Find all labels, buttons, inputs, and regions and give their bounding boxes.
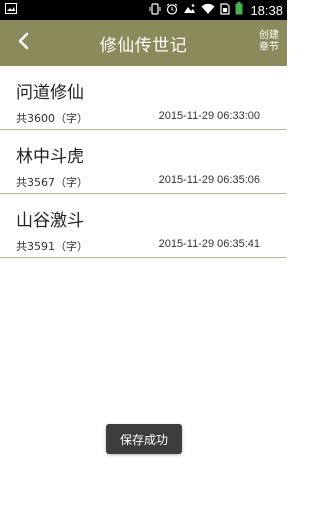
alarm-icon <box>166 3 178 18</box>
chapter-title: 问道修仙 <box>16 83 84 103</box>
status-left <box>5 3 17 17</box>
wifi-icon <box>201 3 215 18</box>
chapter-list: 问道修仙 共3600（字） 2015-11-29 06:33:00 林中斗虎 共… <box>0 66 287 258</box>
chapter-timestamp: 2015-11-29 06:35:06 <box>158 174 260 186</box>
chapter-item[interactable]: 山谷激斗 共3591（字） 2015-11-29 06:35:41 <box>0 194 287 258</box>
sim-icon <box>220 2 231 18</box>
back-button[interactable] <box>10 30 36 56</box>
chapter-word-count: 共3567（字） <box>16 176 88 189</box>
status-bar: 18:38 <box>0 0 287 20</box>
chapter-word-count: 共3591（字） <box>16 240 88 253</box>
chapter-word-count: 共3600（字） <box>16 112 88 125</box>
chapter-title: 林中斗虎 <box>16 147 84 167</box>
toast-message: 保存成功 <box>106 424 182 454</box>
image-icon <box>5 3 17 17</box>
chevron-left-icon <box>16 32 30 54</box>
vibrate-icon <box>149 2 161 18</box>
create-label-line2: 章节 <box>259 42 279 53</box>
chapter-timestamp: 2015-11-29 06:33:00 <box>158 110 260 122</box>
chapter-item[interactable]: 问道修仙 共3600（字） 2015-11-29 06:33:00 <box>0 66 287 130</box>
app-header: 修仙传世记 创建 章节 <box>0 20 287 66</box>
chapter-title: 山谷激斗 <box>16 211 84 231</box>
create-label-line1: 创建 <box>259 30 279 41</box>
chapter-item[interactable]: 林中斗虎 共3567（字） 2015-11-29 06:35:06 <box>0 130 287 194</box>
battery-icon <box>235 2 243 18</box>
clock-time: 18:38 <box>250 2 283 18</box>
status-right: 18:38 <box>149 2 283 18</box>
create-chapter-button[interactable]: 创建 章节 <box>259 30 279 54</box>
chapter-timestamp: 2015-11-29 06:35:41 <box>158 238 260 250</box>
page-title: 修仙传世记 <box>99 35 188 56</box>
photo-icon <box>183 3 196 17</box>
